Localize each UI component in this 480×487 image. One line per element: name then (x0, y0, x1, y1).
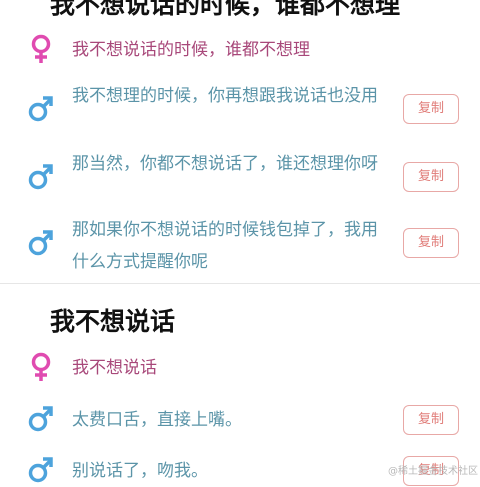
female-icon (28, 352, 54, 382)
male-icon (28, 94, 54, 124)
male-icon (28, 228, 54, 258)
male-icon (28, 455, 54, 485)
reply-text: 那当然，你都不想说话了，谁还想理你呀 (72, 154, 378, 174)
female-line-text: 我不想说话的时候，谁都不想理 (72, 40, 310, 60)
female-line-text: 我不想说话 (72, 358, 157, 378)
copy-button[interactable]: 复制 (403, 228, 459, 258)
male-icon (28, 162, 54, 192)
copy-button[interactable]: 复制 (403, 94, 459, 124)
reply-text: 太费口舌，直接上嘴。 (72, 410, 242, 430)
section-title: 我不想说话 (50, 307, 176, 336)
copy-button[interactable]: 复制 (403, 405, 459, 435)
section-divider (0, 283, 480, 284)
female-icon (28, 34, 54, 64)
copy-button[interactable]: 复制 (403, 162, 459, 192)
watermark: @稀土掘金技术社区 (388, 466, 478, 477)
male-icon (28, 404, 54, 434)
reply-text: 那如果你不想说话的时候钱包掉了，我用什么方式提醒你呢 (72, 220, 378, 272)
reply-text: 别说话了，吻我。 (72, 461, 208, 481)
reply-text: 我不想理的时候，你再想跟我说话也没用 (72, 86, 378, 106)
section-title: 我不想说话的时候，谁都不想理 (50, 0, 401, 19)
